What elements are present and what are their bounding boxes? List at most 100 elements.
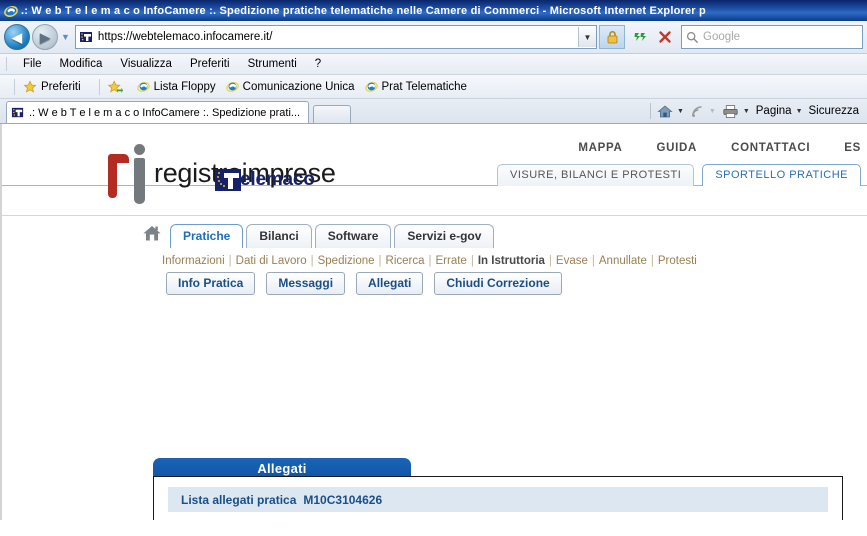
ie-page-icon [364,80,378,93]
window-title-bar: .: W e b T e l e m a c o InfoCamere :. S… [0,0,867,21]
telemaco-favicon-icon [11,105,25,120]
feeds-icon [692,105,702,117]
telemaco-logo: elemaco [215,169,315,191]
search-placeholder: Google [703,31,741,43]
subnav-errate[interactable]: Errate [436,255,467,267]
subnav-informazioni[interactable]: Informazioni [162,255,225,267]
subnav-ricerca[interactable]: Ricerca [386,255,425,267]
section-tab-sportello-pratiche[interactable]: SPORTELLO PRATICHE [702,164,861,186]
primary-tab-servizi-egov[interactable]: Servizi e-gov [394,224,495,248]
back-button[interactable]: ◀ [4,24,30,50]
primary-tab-bilanci[interactable]: Bilanci [246,224,312,248]
forward-arrow-icon: ▶ [40,29,50,45]
subnav-dati-di-lavoro[interactable]: Dati di Lavoro [236,255,307,267]
ie-page-icon [225,80,239,93]
section-tab-visure[interactable]: VISURE, BILANCI E PROTESTI [496,164,695,186]
home-button[interactable]: ▼ [657,104,684,119]
stop-icon [659,31,671,43]
security-lock-button[interactable] [599,25,625,49]
address-dropdown-button[interactable]: ▼ [578,27,596,47]
telemaco-wordmark: elemaco [240,169,315,190]
search-icon [686,31,699,43]
favorites-item-label: Comunicazione Unica [242,80,355,93]
forward-button[interactable]: ▶ [32,24,58,50]
registroimprese-logo-icon [108,144,152,204]
allegati-pratica-id: M10C3104626 [303,492,383,507]
subnav-annullate[interactable]: Annullate [599,255,647,267]
print-button[interactable]: ▼ [722,104,750,119]
primary-tab-software[interactable]: Software [314,224,392,248]
home-icon [657,104,673,117]
address-toolbar: ◀ ▶ ▼ https://webtelemaco.infocamere.it/… [0,21,867,54]
feeds-button[interactable]: ▼ [690,104,716,119]
favorites-item-comunicazione-unica[interactable]: Comunicazione Unica [225,80,355,93]
favorites-button[interactable]: Preferiti [23,79,81,94]
command-bar-grip [649,103,651,119]
primary-tab-bar: Pratiche Bilanci Software Servizi e-gov [142,224,497,248]
security-menu-label: Sicurezza [808,105,860,117]
add-to-favorites-button[interactable] [107,79,127,94]
telemaco-flag-icon [215,169,241,191]
page-menu-label: Pagina [755,105,792,117]
sub-nav: Informazioni | Dati di Lavoro | Spedizione | R… [162,255,697,267]
chevron-down-icon: ▼ [742,107,750,115]
compatibility-view-icon [634,33,646,41]
allegati-panel: Lista allegati pratica M10C3104626 aggio… [153,476,843,520]
top-nav-guida[interactable]: GUIDA [657,142,698,154]
favorites-item-lista-floppy[interactable]: Lista Floppy [136,80,216,93]
security-menu-button[interactable]: Sicurezza [809,105,860,117]
messaggi-button[interactable]: Messaggi [266,272,346,295]
compatibility-view-button[interactable] [627,26,651,48]
top-nav-esci[interactable]: ES [844,142,861,154]
menu-item-file[interactable]: File [14,55,51,73]
page-viewport: MAPPA GUIDA CONTATTACI ES VISURE, BILANC… [0,124,867,520]
add-to-favorites-icon [107,79,123,94]
menu-bar: File Modifica Visualizza Preferiti Strum… [0,54,867,75]
info-pratica-button[interactable]: Info Pratica [166,272,256,295]
subnav-spedizione[interactable]: Spedizione [318,255,375,267]
top-nav-mappa[interactable]: MAPPA [578,142,622,154]
favorites-item-label: Lista Floppy [153,80,216,93]
menu-grip [6,57,7,71]
print-icon [723,104,738,118]
search-input[interactable]: Google [681,25,863,49]
menu-item-strumenti[interactable]: Strumenti [239,55,306,73]
favorites-divider [98,78,100,95]
favorites-bar: Preferiti Lista Floppy Comunicazione Uni… [0,75,867,99]
page-menu-button[interactable]: Pagina ▼ [756,105,803,117]
window-title-text: .: W e b T e l e m a c o InfoCamere :. S… [21,4,706,17]
chevron-down-icon: ▼ [676,107,684,115]
subnav-protesti[interactable]: Protesti [658,255,697,267]
chiudi-correzione-button[interactable]: Chiudi Correzione [434,272,562,295]
star-icon [23,79,37,94]
home-icon[interactable] [142,224,162,246]
subnav-evase[interactable]: Evase [556,255,588,267]
browser-tab-strip: .: W e b T e l e m a c o InfoCamere :. S… [0,99,867,124]
address-bar[interactable]: https://webtelemaco.infocamere.it/ ▼ [74,25,597,49]
chevron-down-icon: ▼ [795,107,803,115]
browser-tab[interactable]: .: W e b T e l e m a c o InfoCamere :. S… [6,101,310,123]
primary-tab-pratiche[interactable]: Pratiche [170,224,244,248]
stop-button[interactable] [653,26,677,48]
padlock-icon [607,30,617,44]
command-bar: ▼ ▼ ▼ Pagina ▼ Sicurezza [644,99,867,123]
ie-page-icon [136,80,150,93]
address-bar-url: https://webtelemaco.infocamere.it/ [97,31,273,43]
menu-item-visualizza[interactable]: Visualizza [111,55,181,73]
new-tab-button[interactable] [313,105,352,123]
history-dropdown-icon[interactable]: ▼ [61,32,70,42]
allegati-header-label: Lista allegati pratica [181,492,297,507]
menu-item-help[interactable]: ? [306,55,330,73]
favorites-grip [14,78,15,95]
menu-item-modifica[interactable]: Modifica [51,55,112,73]
subnav-in-istruttoria[interactable]: In Istruttoria [478,255,545,267]
allegati-button[interactable]: Allegati [356,272,424,295]
top-nav-contattaci[interactable]: CONTATTACI [731,142,810,154]
chevron-down-icon: ▼ [708,107,716,115]
menu-item-preferiti[interactable]: Preferiti [181,55,239,73]
secondary-divider [2,215,867,216]
action-button-bar: Info Pratica Messaggi Allegati Chiudi Co… [166,272,562,295]
favorites-item-prat-telematiche[interactable]: Prat Telematiche [364,80,467,93]
page-content: MAPPA GUIDA CONTATTACI ES VISURE, BILANC… [2,124,867,520]
allegati-panel-header: Lista allegati pratica M10C3104626 [168,487,828,512]
